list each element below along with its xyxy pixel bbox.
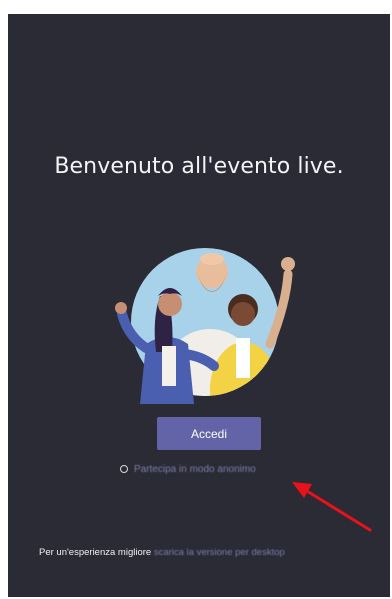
welcome-title: Benvenuto all'evento live. [54,154,344,179]
footer-message: Per un'esperienza migliore scarica la ve… [39,547,285,558]
footer-prefix: Per un'esperienza migliore [39,547,152,558]
teams-live-event-welcome-screen: Benvenuto all'evento live. Accedi Partec… [8,14,390,597]
join-anonymously-link[interactable]: Partecipa in modo anonimo [134,464,256,475]
download-desktop-link[interactable]: scarica la versione per desktop [154,547,285,558]
signin-button[interactable]: Accedi [157,417,261,450]
radio-icon[interactable] [120,465,128,473]
anonymous-join-option[interactable]: Partecipa in modo anonimo [120,461,256,477]
people-waving-illustration [115,248,295,404]
